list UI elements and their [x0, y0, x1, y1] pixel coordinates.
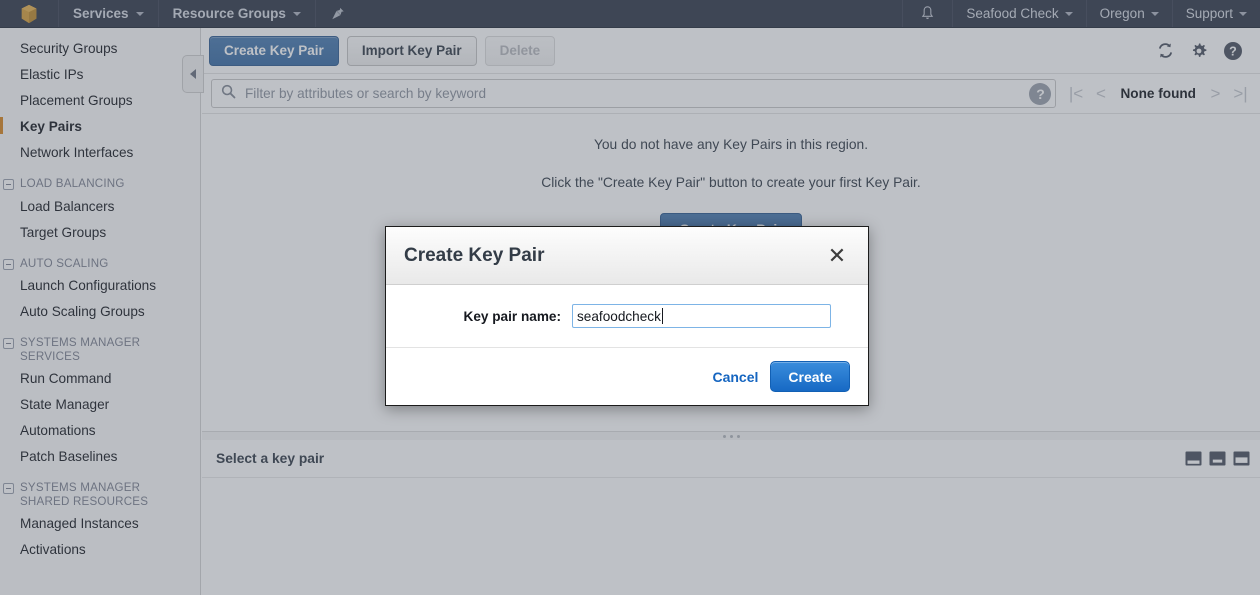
create-button[interactable]: Create	[770, 361, 850, 392]
close-icon[interactable]: ✕	[824, 243, 850, 269]
dialog-header: Create Key Pair ✕	[386, 227, 868, 285]
key-pair-name-label: Key pair name:	[463, 308, 561, 324]
dialog-body: Key pair name:	[386, 285, 868, 348]
key-pair-name-input-wrapper	[572, 304, 831, 328]
cancel-button[interactable]: Cancel	[712, 369, 758, 385]
key-pair-name-input[interactable]	[572, 304, 831, 328]
text-cursor	[661, 308, 663, 324]
dialog-footer: Cancel Create	[386, 348, 868, 405]
dialog-title: Create Key Pair	[404, 244, 545, 266]
create-button-label: Create	[788, 368, 832, 385]
create-key-pair-dialog: Create Key Pair ✕ Key pair name: Cancel …	[385, 226, 869, 406]
